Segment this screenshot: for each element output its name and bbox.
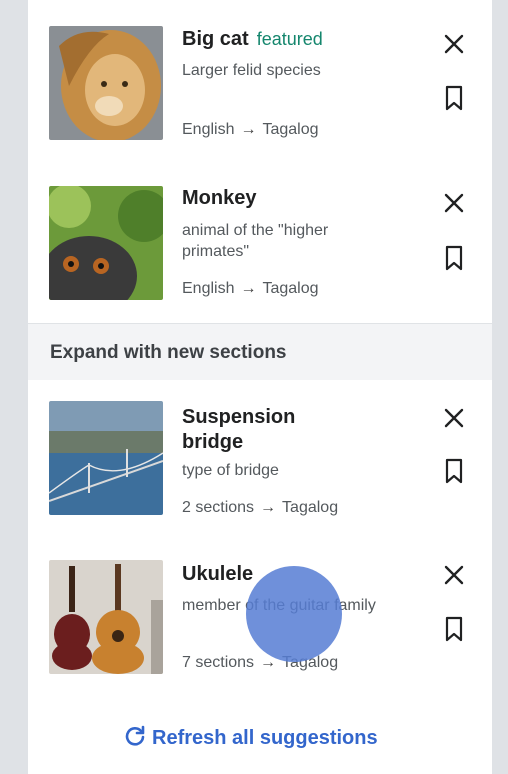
- close-icon[interactable]: [440, 189, 468, 217]
- bookmark-icon[interactable]: [440, 244, 468, 272]
- card-description: type of bridge: [182, 462, 279, 479]
- card-title-text: Suspension bridge: [182, 406, 296, 453]
- suggestions-panel: Big cat featured Larger felid species Eng…: [28, 0, 492, 774]
- source-language: English: [182, 280, 235, 297]
- suggestion-card-monkey[interactable]: Monkey animal of the "higher primates" E…: [28, 164, 492, 324]
- refresh-label: Refresh all suggestions: [152, 727, 378, 749]
- suggestion-card-suspension-bridge[interactable]: Suspension bridge type of bridge 2 secti…: [28, 380, 492, 539]
- source-sections: 2 sections: [182, 499, 255, 516]
- section-header-expand: Expand with new sections: [28, 323, 492, 381]
- source-sections: 7 sections: [182, 654, 255, 671]
- source-language: English: [182, 121, 235, 138]
- featured-badge: featured: [256, 29, 323, 49]
- refresh-suggestions-button[interactable]: Refresh all suggestions: [124, 725, 378, 750]
- card-language-pair: English → Tagalog: [182, 280, 319, 298]
- card-title-text: Ukulele: [182, 563, 254, 585]
- arrow-right-icon: →: [240, 121, 257, 138]
- close-icon[interactable]: [440, 404, 468, 432]
- card-title: Big cat featured: [182, 27, 323, 52]
- card-description: animal of the "higher primates": [182, 222, 329, 260]
- suggestion-card-big-cat[interactable]: Big cat featured Larger felid species Eng…: [28, 0, 492, 165]
- card-title-text: Big cat: [182, 28, 249, 50]
- arrow-right-icon: →: [240, 280, 257, 297]
- ukulele-thumbnail: [49, 560, 163, 674]
- bookmark-icon[interactable]: [440, 457, 468, 485]
- touch-indicator: [246, 566, 342, 662]
- big-cat-thumbnail: [49, 26, 163, 140]
- arrow-right-icon: →: [260, 499, 277, 516]
- bookmark-icon[interactable]: [440, 84, 468, 112]
- card-language-pair: 2 sections → Tagalog: [182, 499, 338, 517]
- target-language: Tagalog: [262, 280, 319, 297]
- card-language-pair: English → Tagalog: [182, 121, 319, 139]
- close-icon[interactable]: [440, 561, 468, 589]
- suspension-bridge-thumbnail: [49, 401, 163, 515]
- bookmark-icon[interactable]: [440, 615, 468, 643]
- section-header-text: Expand with new sections: [50, 342, 287, 363]
- card-title-text: Monkey: [182, 187, 257, 209]
- close-icon[interactable]: [440, 30, 468, 58]
- refresh-icon: [125, 725, 145, 746]
- card-description: Larger felid species: [182, 62, 321, 79]
- target-language: Tagalog: [282, 499, 339, 516]
- refresh-area: Refresh all suggestions: [28, 697, 492, 774]
- monkey-thumbnail: [49, 186, 163, 300]
- target-language: Tagalog: [262, 121, 319, 138]
